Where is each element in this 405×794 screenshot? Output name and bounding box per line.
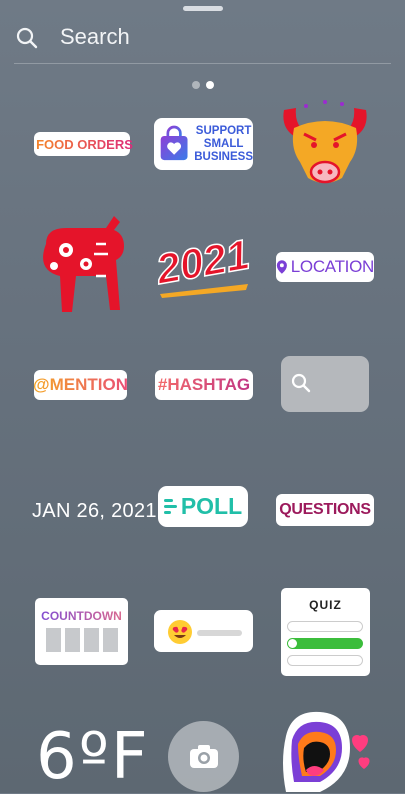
location-label: LOCATION	[290, 257, 375, 276]
drag-handle[interactable]	[183, 6, 223, 11]
divider	[14, 63, 391, 64]
heart-eyes-emoji-icon	[168, 620, 192, 644]
food-orders-label: FOOD ORDERS	[36, 136, 133, 152]
date-sticker[interactable]: JAN 26, 2021	[32, 500, 157, 523]
countdown-boxes	[46, 628, 118, 652]
countdown-sticker[interactable]: COUNTDOWN	[35, 598, 128, 665]
mention-sticker[interactable]: @MENTION	[33, 370, 128, 400]
year-2021-sticker[interactable]: 2021	[154, 228, 253, 298]
camera-button[interactable]	[168, 721, 239, 792]
poll-bars-icon	[163, 499, 177, 514]
mention-label: @MENTION	[33, 375, 128, 394]
hashtag-sticker[interactable]: #HASHTAG	[155, 370, 253, 400]
search-label: Search	[60, 24, 130, 49]
papercut-ox-icon[interactable]	[36, 214, 128, 318]
year-2021-text: 2021	[154, 230, 253, 293]
support-word: SUPPORT	[195, 124, 252, 137]
emoji-slider-sticker[interactable]	[154, 610, 253, 652]
slider-track	[197, 630, 242, 636]
mouth-heart-icon[interactable]	[276, 706, 376, 793]
quiz-option	[287, 621, 363, 632]
shopping-bag-heart-icon	[160, 125, 188, 161]
quiz-option	[287, 655, 363, 666]
location-pin-icon	[276, 260, 287, 274]
search-icon	[16, 27, 38, 49]
search-icon	[291, 373, 311, 393]
camera-icon	[190, 745, 218, 768]
support-small-business-sticker[interactable]: SUPPORT SMALL BUSINESS	[154, 118, 253, 170]
ox-head-icon[interactable]	[276, 98, 374, 193]
questions-sticker[interactable]: QUESTIONS	[276, 494, 374, 526]
gif-search-sticker[interactable]	[281, 356, 369, 412]
quiz-label: QUIZ	[309, 598, 342, 612]
small-word: SMALL	[203, 137, 244, 150]
check-icon	[288, 639, 297, 648]
business-word: BUSINESS	[194, 150, 253, 163]
location-sticker[interactable]: LOCATION	[276, 252, 374, 282]
quiz-sticker[interactable]: QUIZ	[281, 588, 370, 676]
hashtag-label: #HASHTAG	[157, 375, 251, 394]
temperature-sticker[interactable]: 6ºF	[36, 720, 150, 794]
poll-sticker[interactable]: POLL	[158, 486, 248, 527]
search-bar[interactable]: Search	[14, 22, 391, 58]
year-2021-graphic: 2021	[154, 230, 253, 298]
countdown-label: COUNTDOWN	[35, 609, 128, 623]
food-orders-sticker[interactable]: FOOD ORDERS	[34, 132, 133, 156]
page-dot	[192, 81, 200, 89]
page-dot-active	[206, 81, 214, 89]
quiz-option-correct	[287, 638, 363, 649]
poll-label: POLL	[180, 493, 243, 519]
